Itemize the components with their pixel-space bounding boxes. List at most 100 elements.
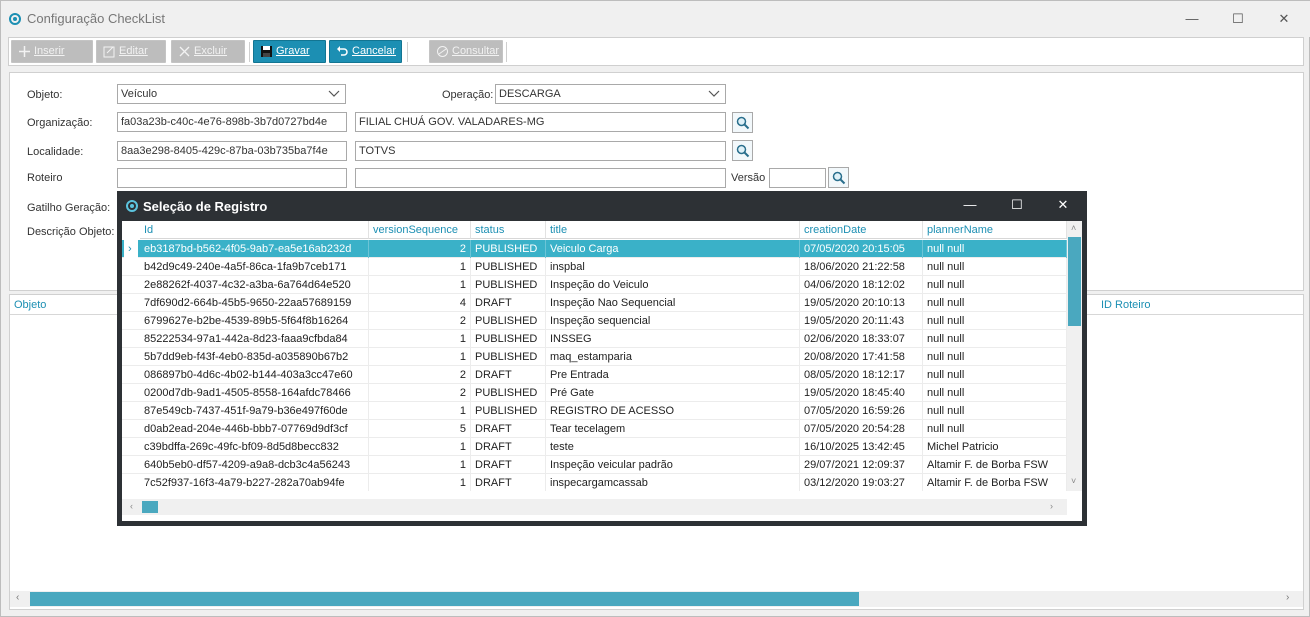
horizontal-scrollbar[interactable]: ‹ ›: [10, 591, 1303, 607]
cell-id: 87e549cb-7437-451f-9a79-b36e497f60de: [140, 402, 369, 420]
column-header-version-sequence[interactable]: versionSequence: [369, 221, 471, 239]
cell-creation-date: 03/12/2020 19:03:27: [800, 474, 923, 491]
localidade-id-field[interactable]: 8aa3e298-8405-429c-87ba-03b735ba7f4e: [117, 141, 347, 161]
insert-button[interactable]: Inserir: [11, 40, 93, 63]
query-button-label: Consultar: [452, 45, 500, 57]
cell-planner-name: null null: [923, 294, 1067, 312]
cell-id: 2e88262f-4037-4c32-a3ba-6a764d64e520: [140, 276, 369, 294]
scroll-left-icon[interactable]: ‹: [16, 592, 19, 603]
query-button[interactable]: Consultar: [429, 40, 503, 63]
close-button[interactable]: ✕: [1269, 9, 1299, 29]
app-gear-icon: [9, 13, 21, 25]
query-icon: [437, 46, 448, 57]
cell-version-sequence: 2: [369, 366, 471, 384]
cell-creation-date: 07/05/2020 20:15:05: [800, 240, 923, 258]
column-header-creation-date[interactable]: creationDate: [800, 221, 923, 239]
cell-title: Inspeção sequencial: [546, 312, 800, 330]
cell-creation-date: 07/05/2020 20:54:28: [800, 420, 923, 438]
cell-title: INSSEG: [546, 330, 800, 348]
toolbar-separator: [249, 42, 250, 62]
save-button[interactable]: Gravar: [253, 40, 326, 63]
table-row[interactable]: › eb3187bd-b562-4f05-9ab7-ea5e16ab232d 2 PU…: [122, 240, 1067, 258]
table-row[interactable]: b42d9c49-240e-4a5f-86ca-1fa9b7ceb171 1 PUB…: [122, 258, 1067, 276]
toolbar-separator: [407, 42, 408, 62]
cell-planner-name: null null: [923, 366, 1067, 384]
horizontal-scrollbar[interactable]: ‹ ›: [122, 499, 1067, 515]
insert-button-label: Inserir: [34, 45, 65, 57]
records-grid: Id versionSequence status title creationDate…: [122, 221, 1067, 491]
table-row[interactable]: 0200d7db-9ad1-4505-8558-164afdc78466 2 PUB…: [122, 384, 1067, 402]
column-header-id-roteiro[interactable]: ID Roteiro: [1101, 299, 1151, 311]
edit-button[interactable]: Editar: [96, 40, 166, 63]
dialog-title: Seleção de Registro: [143, 199, 268, 214]
table-row[interactable]: 2e88262f-4037-4c32-a3ba-6a764d64e520 1 PUB…: [122, 276, 1067, 294]
table-row[interactable]: d0ab2ead-204e-446b-bbb7-07769d9df3cf 5 DRA…: [122, 420, 1067, 438]
vertical-scrollbar[interactable]: ˄ ˅: [1067, 221, 1082, 491]
table-row[interactable]: 5b7dd9eb-f43f-4eb0-835d-a035890b67b2 1 PUB…: [122, 348, 1067, 366]
organizacao-label: Organização:: [27, 117, 93, 129]
column-header-id[interactable]: Id: [140, 221, 369, 239]
cell-title: inspecargamcassab: [546, 474, 800, 491]
dialog-close-button[interactable]: ✕: [1050, 197, 1076, 215]
table-row[interactable]: c39bdffa-269c-49fc-bf09-8d5d8becc832 1 DRA…: [122, 438, 1067, 456]
dialog-minimize-button[interactable]: —: [957, 197, 983, 215]
organizacao-id-field[interactable]: fa03a23b-c40c-4e76-898b-3b7d0727bd4e: [117, 112, 347, 132]
roteiro-name-field[interactable]: [355, 168, 726, 188]
roteiro-id-field[interactable]: [117, 168, 347, 188]
scroll-right-icon[interactable]: ›: [1050, 501, 1053, 511]
scroll-down-icon[interactable]: ˅: [1071, 476, 1076, 486]
cancel-button[interactable]: Cancelar: [329, 40, 402, 63]
cell-title: Inspeção do Veiculo: [546, 276, 800, 294]
save-button-label: Gravar: [276, 45, 310, 57]
roteiro-search-button[interactable]: [828, 167, 849, 188]
scrollbar-thumb[interactable]: [142, 501, 158, 513]
table-row[interactable]: 7df690d2-664b-45b5-9650-22aa57689159 4 DRA…: [122, 294, 1067, 312]
cell-status: PUBLISHED: [471, 258, 546, 276]
maximize-button[interactable]: ☐: [1223, 9, 1253, 29]
cell-title: teste: [546, 438, 800, 456]
cell-creation-date: 20/08/2020 17:41:58: [800, 348, 923, 366]
cell-creation-date: 29/07/2021 12:09:37: [800, 456, 923, 474]
scrollbar-thumb[interactable]: [30, 592, 859, 606]
cell-title: Pré Gate: [546, 384, 800, 402]
cell-status: DRAFT: [471, 456, 546, 474]
table-row[interactable]: 7c52f937-16f3-4a79-b227-282a70ab94fe 1 DRA…: [122, 474, 1067, 491]
edit-button-label: Editar: [119, 45, 148, 57]
column-header-title[interactable]: title: [546, 221, 800, 239]
table-row[interactable]: 87e549cb-7437-451f-9a79-b36e497f60de 1 PUB…: [122, 402, 1067, 420]
localidade-name-field[interactable]: TOTVS: [355, 141, 726, 161]
column-header-objeto[interactable]: Objeto: [14, 299, 46, 311]
objeto-select-value: Veículo: [121, 88, 158, 100]
cell-title: Inspeção veicular padrão: [546, 456, 800, 474]
operacao-select[interactable]: DESCARGA: [495, 84, 726, 104]
cell-planner-name: null null: [923, 348, 1067, 366]
cell-planner-name: null null: [923, 276, 1067, 294]
table-row[interactable]: 6799627e-b2be-4539-89b5-5f64f8b16264 2 PUB…: [122, 312, 1067, 330]
scrollbar-thumb[interactable]: [1068, 237, 1081, 326]
scroll-left-icon[interactable]: ‹: [130, 501, 133, 511]
delete-button[interactable]: Excluir: [171, 40, 245, 63]
objeto-select[interactable]: Veículo: [117, 84, 346, 104]
cell-planner-name: Altamir F. de Borba FSW: [923, 474, 1067, 491]
cell-status: PUBLISHED: [471, 330, 546, 348]
minimize-button[interactable]: —: [1177, 9, 1207, 29]
organizacao-name-field[interactable]: FILIAL CHUÁ GOV. VALADARES-MG: [355, 112, 726, 132]
table-row[interactable]: 640b5eb0-df57-4209-a9a8-dcb3c4a56243 1 DRA…: [122, 456, 1067, 474]
chevron-down-icon: [708, 90, 720, 97]
localidade-search-button[interactable]: [732, 140, 753, 161]
versao-field[interactable]: [769, 168, 826, 188]
cell-planner-name: null null: [923, 312, 1067, 330]
scroll-up-icon[interactable]: ˄: [1071, 223, 1076, 233]
table-row[interactable]: 85222534-97a1-442a-8d23-faaa9cfbda84 1 PUB…: [122, 330, 1067, 348]
scroll-right-icon[interactable]: ›: [1286, 592, 1289, 603]
dialog-maximize-button[interactable]: ☐: [1004, 197, 1030, 215]
column-header-planner-name[interactable]: plannerName: [923, 221, 1067, 239]
column-header-status[interactable]: status: [471, 221, 546, 239]
table-row[interactable]: 086897b0-4d6c-4b02-b144-403a3cc47e60 2 DRA…: [122, 366, 1067, 384]
cell-id: 6799627e-b2be-4539-89b5-5f64f8b16264: [140, 312, 369, 330]
cell-id: 7df690d2-664b-45b5-9650-22aa57689159: [140, 294, 369, 312]
cell-title: maq_estamparia: [546, 348, 800, 366]
organizacao-search-button[interactable]: [732, 112, 753, 133]
objeto-label: Objeto:: [27, 89, 63, 101]
cell-id: 0200d7db-9ad1-4505-8558-164afdc78466: [140, 384, 369, 402]
